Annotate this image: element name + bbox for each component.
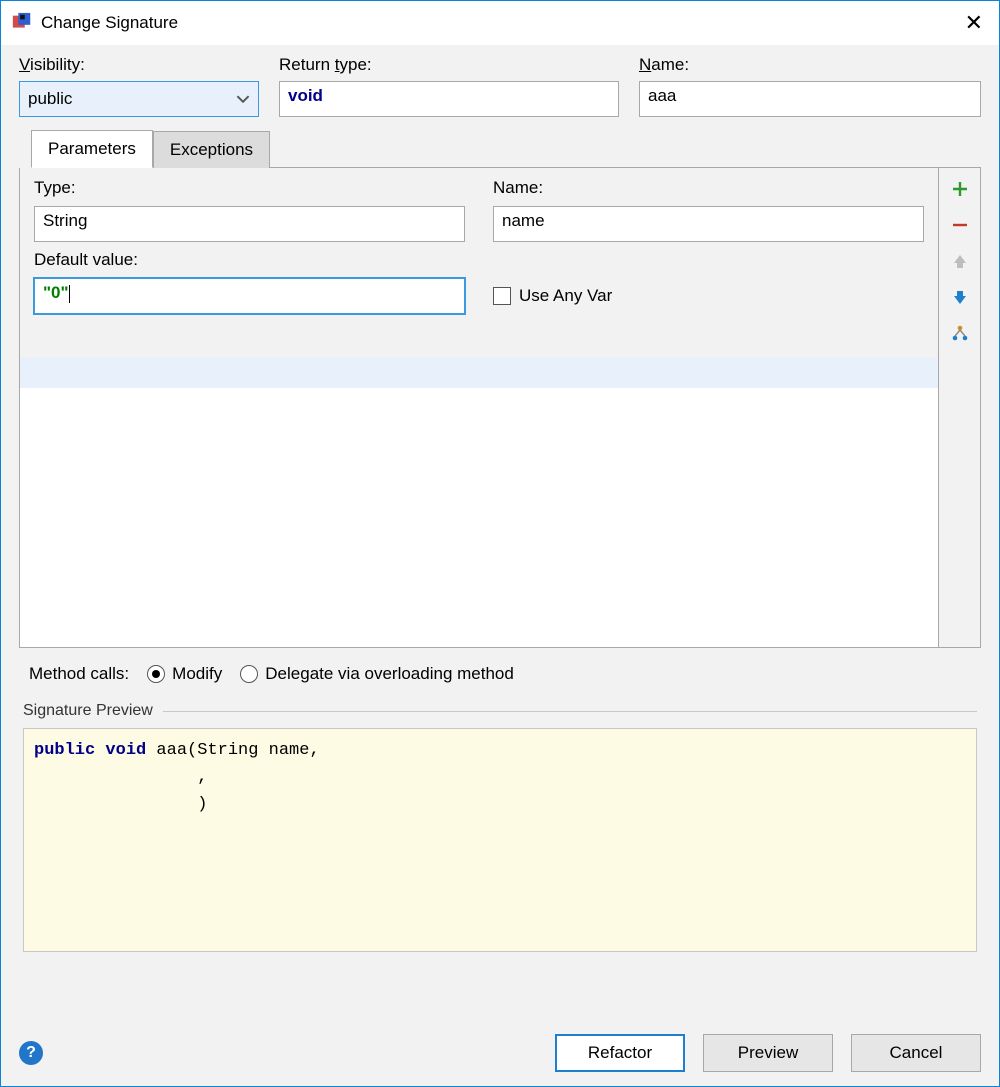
use-any-var-label: Use Any Var — [519, 286, 612, 306]
param-list-selected-row[interactable] — [20, 358, 938, 388]
return-type-input[interactable]: void — [279, 81, 619, 117]
add-icon[interactable] — [949, 178, 971, 200]
visibility-label: Visibility: — [19, 55, 259, 75]
param-list-empty — [20, 388, 938, 647]
param-type-label: Type: — [34, 178, 465, 198]
visibility-value: public — [28, 89, 72, 109]
propagate-icon[interactable] — [949, 322, 971, 344]
parameters-panel: Type: Name: String name Default value: "… — [19, 168, 981, 648]
chevron-down-icon — [236, 92, 250, 106]
move-down-icon[interactable] — [949, 286, 971, 308]
app-icon — [11, 12, 33, 34]
move-up-icon[interactable] — [949, 250, 971, 272]
titlebar: Change Signature ✕ — [1, 1, 999, 45]
method-calls-row: Method calls: Modify Delegate via overlo… — [19, 648, 981, 694]
param-name-input[interactable]: name — [493, 206, 924, 242]
help-icon[interactable]: ? — [19, 1041, 43, 1065]
visibility-select[interactable]: public — [19, 81, 259, 117]
remove-icon[interactable] — [949, 214, 971, 236]
param-default-input[interactable]: "0" — [34, 278, 465, 314]
signature-preview: public void aaa(String name, , ) — [23, 728, 977, 952]
tabs: Parameters Exceptions — [31, 129, 981, 168]
change-signature-dialog: Change Signature ✕ Visibility: public Re… — [0, 0, 1000, 1087]
window-title: Change Signature — [41, 13, 178, 33]
signature-preview-label: Signature Preview — [23, 702, 153, 720]
cancel-button[interactable]: Cancel — [851, 1034, 981, 1072]
name-label: Name: — [639, 55, 981, 75]
use-any-var-checkbox[interactable] — [493, 287, 511, 305]
method-calls-label: Method calls: — [29, 664, 129, 684]
refactor-button[interactable]: Refactor — [555, 1034, 685, 1072]
return-type-label: Return type: — [279, 55, 619, 75]
param-default-label: Default value: — [34, 250, 465, 270]
param-sidebar — [938, 168, 980, 647]
close-icon[interactable]: ✕ — [959, 10, 989, 36]
param-type-input[interactable]: String — [34, 206, 465, 242]
tab-exceptions[interactable]: Exceptions — [153, 131, 270, 168]
radio-modify[interactable]: Modify — [147, 664, 222, 684]
radio-delegate[interactable]: Delegate via overloading method — [240, 664, 514, 684]
preview-button[interactable]: Preview — [703, 1034, 833, 1072]
name-input[interactable]: aaa — [639, 81, 981, 117]
param-name-label: Name: — [493, 178, 924, 198]
tab-parameters[interactable]: Parameters — [31, 130, 153, 168]
